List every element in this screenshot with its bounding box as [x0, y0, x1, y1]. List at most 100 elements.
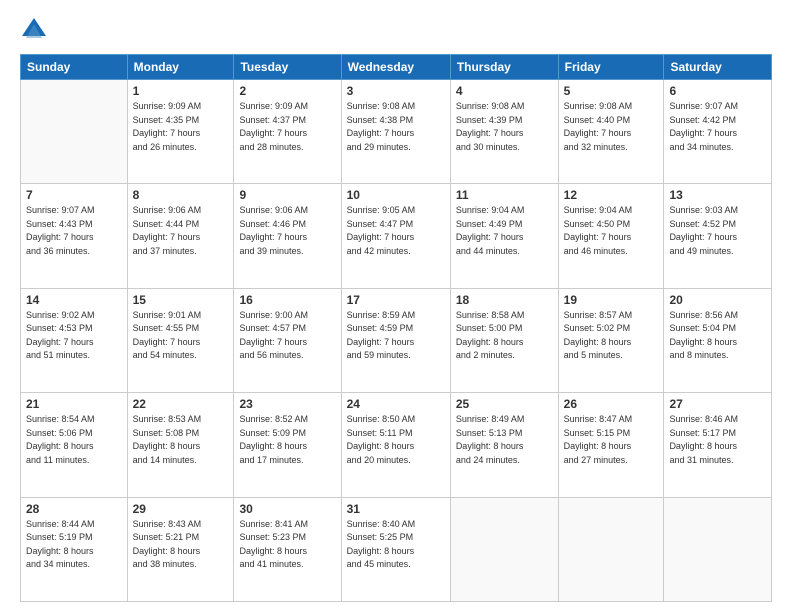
- calendar-cell: 3 Sunrise: 9:08 AM Sunset: 4:38 PM Daylig…: [341, 80, 450, 184]
- calendar-cell: 1 Sunrise: 9:09 AM Sunset: 4:35 PM Daylig…: [127, 80, 234, 184]
- calendar-cell: 23Sunrise: 8:52 AM Sunset: 5:09 PM Dayli…: [234, 393, 341, 497]
- day-number: 3: [347, 84, 445, 98]
- day-header-tuesday: Tuesday: [234, 55, 341, 80]
- day-info: Sunrise: 9:00 AM Sunset: 4:57 PM Dayligh…: [239, 309, 335, 363]
- day-info: Sunrise: 8:50 AM Sunset: 5:11 PM Dayligh…: [347, 413, 445, 467]
- day-number: 27: [669, 397, 766, 411]
- day-number: 18: [456, 293, 553, 307]
- day-info: Sunrise: 9:03 AM Sunset: 4:52 PM Dayligh…: [669, 204, 766, 258]
- calendar-cell: 31Sunrise: 8:40 AM Sunset: 5:25 PM Dayli…: [341, 497, 450, 601]
- calendar-cell: 15 Sunrise: 9:01 AM Sunset: 4:55 PM Dayli…: [127, 288, 234, 392]
- day-info: Sunrise: 9:07 AM Sunset: 4:42 PM Dayligh…: [669, 100, 766, 154]
- calendar-table: SundayMondayTuesdayWednesdayThursdayFrid…: [20, 54, 772, 602]
- calendar-cell: 21 Sunrise: 8:54 AM Sunset: 5:06 PM Dayli…: [21, 393, 128, 497]
- day-number: 19: [564, 293, 659, 307]
- day-info: Sunrise: 9:05 AM Sunset: 4:47 PM Dayligh…: [347, 204, 445, 258]
- day-number: 13: [669, 188, 766, 202]
- calendar-cell: 9Sunrise: 9:06 AM Sunset: 4:46 PM Daylig…: [234, 184, 341, 288]
- day-number: 5: [564, 84, 659, 98]
- day-number: 15: [133, 293, 229, 307]
- day-info: Sunrise: 8:59 AM Sunset: 4:59 PM Dayligh…: [347, 309, 445, 363]
- day-number: 25: [456, 397, 553, 411]
- calendar-cell: 18 Sunrise: 8:58 AM Sunset: 5:00 PM Dayli…: [450, 288, 558, 392]
- day-number: 14: [26, 293, 122, 307]
- day-info: Sunrise: 8:43 AM Sunset: 5:21 PM Dayligh…: [133, 518, 229, 572]
- day-number: 17: [347, 293, 445, 307]
- calendar-cell: 17 Sunrise: 8:59 AM Sunset: 4:59 PM Dayli…: [341, 288, 450, 392]
- page: SundayMondayTuesdayWednesdayThursdayFrid…: [0, 0, 792, 612]
- calendar-cell: 27 Sunrise: 8:46 AM Sunset: 5:17 PM Dayli…: [664, 393, 772, 497]
- calendar-cell: 30 Sunrise: 8:41 AM Sunset: 5:23 PM Dayli…: [234, 497, 341, 601]
- day-info: Sunrise: 9:06 AM Sunset: 4:44 PM Dayligh…: [133, 204, 229, 258]
- day-number: 16: [239, 293, 335, 307]
- day-number: 6: [669, 84, 766, 98]
- calendar-week-4: 28Sunrise: 8:44 AM Sunset: 5:19 PM Dayli…: [21, 497, 772, 601]
- logo: [20, 16, 52, 44]
- calendar-week-2: 14 Sunrise: 9:02 AM Sunset: 4:53 PM Dayli…: [21, 288, 772, 392]
- day-number: 21: [26, 397, 122, 411]
- calendar-header-row: SundayMondayTuesdayWednesdayThursdayFrid…: [21, 55, 772, 80]
- header: [20, 16, 772, 44]
- calendar-week-0: 1 Sunrise: 9:09 AM Sunset: 4:35 PM Daylig…: [21, 80, 772, 184]
- calendar-cell: 24 Sunrise: 8:50 AM Sunset: 5:11 PM Dayli…: [341, 393, 450, 497]
- calendar-cell: 26 Sunrise: 8:47 AM Sunset: 5:15 PM Dayli…: [558, 393, 664, 497]
- day-info: Sunrise: 8:40 AM Sunset: 5:25 PM Dayligh…: [347, 518, 445, 572]
- day-info: Sunrise: 8:53 AM Sunset: 5:08 PM Dayligh…: [133, 413, 229, 467]
- day-header-thursday: Thursday: [450, 55, 558, 80]
- day-header-sunday: Sunday: [21, 55, 128, 80]
- day-info: Sunrise: 9:01 AM Sunset: 4:55 PM Dayligh…: [133, 309, 229, 363]
- day-header-saturday: Saturday: [664, 55, 772, 80]
- calendar-cell: 8 Sunrise: 9:06 AM Sunset: 4:44 PM Daylig…: [127, 184, 234, 288]
- day-number: 1: [133, 84, 229, 98]
- day-info: Sunrise: 8:52 AM Sunset: 5:09 PM Dayligh…: [239, 413, 335, 467]
- day-info: Sunrise: 9:09 AM Sunset: 4:37 PM Dayligh…: [239, 100, 335, 154]
- day-info: Sunrise: 8:56 AM Sunset: 5:04 PM Dayligh…: [669, 309, 766, 363]
- calendar-cell: [450, 497, 558, 601]
- day-number: 24: [347, 397, 445, 411]
- day-header-wednesday: Wednesday: [341, 55, 450, 80]
- logo-icon: [20, 16, 48, 44]
- calendar-cell: 12Sunrise: 9:04 AM Sunset: 4:50 PM Dayli…: [558, 184, 664, 288]
- calendar-cell: 5 Sunrise: 9:08 AM Sunset: 4:40 PM Daylig…: [558, 80, 664, 184]
- day-info: Sunrise: 8:49 AM Sunset: 5:13 PM Dayligh…: [456, 413, 553, 467]
- calendar-cell: 20Sunrise: 8:56 AM Sunset: 5:04 PM Dayli…: [664, 288, 772, 392]
- calendar-cell: 22Sunrise: 8:53 AM Sunset: 5:08 PM Dayli…: [127, 393, 234, 497]
- day-info: Sunrise: 9:04 AM Sunset: 4:49 PM Dayligh…: [456, 204, 553, 258]
- calendar-cell: [558, 497, 664, 601]
- calendar-cell: 7Sunrise: 9:07 AM Sunset: 4:43 PM Daylig…: [21, 184, 128, 288]
- day-info: Sunrise: 9:08 AM Sunset: 4:39 PM Dayligh…: [456, 100, 553, 154]
- day-number: 30: [239, 502, 335, 516]
- day-info: Sunrise: 8:57 AM Sunset: 5:02 PM Dayligh…: [564, 309, 659, 363]
- calendar-cell: 19 Sunrise: 8:57 AM Sunset: 5:02 PM Dayli…: [558, 288, 664, 392]
- calendar-week-3: 21 Sunrise: 8:54 AM Sunset: 5:06 PM Dayli…: [21, 393, 772, 497]
- calendar-cell: [664, 497, 772, 601]
- day-number: 10: [347, 188, 445, 202]
- day-info: Sunrise: 8:44 AM Sunset: 5:19 PM Dayligh…: [26, 518, 122, 572]
- day-number: 9: [239, 188, 335, 202]
- calendar-cell: 2Sunrise: 9:09 AM Sunset: 4:37 PM Daylig…: [234, 80, 341, 184]
- day-info: Sunrise: 8:54 AM Sunset: 5:06 PM Dayligh…: [26, 413, 122, 467]
- day-info: Sunrise: 8:41 AM Sunset: 5:23 PM Dayligh…: [239, 518, 335, 572]
- day-info: Sunrise: 9:08 AM Sunset: 4:38 PM Dayligh…: [347, 100, 445, 154]
- day-info: Sunrise: 8:58 AM Sunset: 5:00 PM Dayligh…: [456, 309, 553, 363]
- calendar-cell: [21, 80, 128, 184]
- calendar-cell: 11 Sunrise: 9:04 AM Sunset: 4:49 PM Dayli…: [450, 184, 558, 288]
- day-info: Sunrise: 8:46 AM Sunset: 5:17 PM Dayligh…: [669, 413, 766, 467]
- day-number: 8: [133, 188, 229, 202]
- day-info: Sunrise: 8:47 AM Sunset: 5:15 PM Dayligh…: [564, 413, 659, 467]
- calendar-cell: 14 Sunrise: 9:02 AM Sunset: 4:53 PM Dayli…: [21, 288, 128, 392]
- day-info: Sunrise: 9:07 AM Sunset: 4:43 PM Dayligh…: [26, 204, 122, 258]
- calendar-cell: 25 Sunrise: 8:49 AM Sunset: 5:13 PM Dayli…: [450, 393, 558, 497]
- calendar-cell: 28Sunrise: 8:44 AM Sunset: 5:19 PM Dayli…: [21, 497, 128, 601]
- day-header-friday: Friday: [558, 55, 664, 80]
- calendar-cell: 4Sunrise: 9:08 AM Sunset: 4:39 PM Daylig…: [450, 80, 558, 184]
- day-number: 26: [564, 397, 659, 411]
- day-info: Sunrise: 9:09 AM Sunset: 4:35 PM Dayligh…: [133, 100, 229, 154]
- day-number: 12: [564, 188, 659, 202]
- calendar-cell: 10 Sunrise: 9:05 AM Sunset: 4:47 PM Dayli…: [341, 184, 450, 288]
- day-info: Sunrise: 9:02 AM Sunset: 4:53 PM Dayligh…: [26, 309, 122, 363]
- day-info: Sunrise: 9:08 AM Sunset: 4:40 PM Dayligh…: [564, 100, 659, 154]
- calendar-cell: 6 Sunrise: 9:07 AM Sunset: 4:42 PM Daylig…: [664, 80, 772, 184]
- calendar-week-1: 7Sunrise: 9:07 AM Sunset: 4:43 PM Daylig…: [21, 184, 772, 288]
- day-number: 11: [456, 188, 553, 202]
